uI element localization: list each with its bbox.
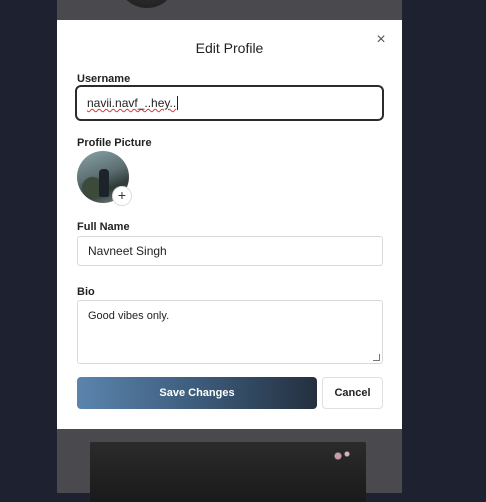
resize-handle-icon[interactable]: [373, 354, 380, 361]
plus-icon[interactable]: +: [112, 186, 132, 206]
full-name-input[interactable]: Navneet Singh: [77, 236, 383, 266]
modal-title: Edit Profile: [195, 40, 264, 56]
username-input[interactable]: navii.navf_..hey..: [75, 85, 384, 121]
background-post-image: [90, 442, 366, 502]
avatar-person-figure: [99, 169, 109, 197]
cancel-button[interactable]: Cancel: [322, 377, 383, 409]
bio-label: Bio: [77, 286, 95, 298]
edit-profile-modal: Edit Profile × Username navii.navf_..hey…: [57, 20, 402, 429]
bio-textarea[interactable]: Good vibes only.: [77, 300, 383, 364]
username-value: navii.navf_..hey..: [87, 96, 177, 110]
text-caret: [177, 96, 179, 110]
background-flower-decoration: [326, 446, 356, 466]
bio-value: Good vibes only.: [88, 310, 170, 322]
profile-picture-label: Profile Picture: [77, 137, 152, 149]
full-name-value: Navneet Singh: [88, 244, 167, 258]
close-icon[interactable]: ×: [373, 32, 389, 48]
username-label: Username: [77, 73, 131, 85]
full-name-label: Full Name: [77, 221, 130, 233]
save-changes-button[interactable]: Save Changes: [77, 377, 317, 409]
